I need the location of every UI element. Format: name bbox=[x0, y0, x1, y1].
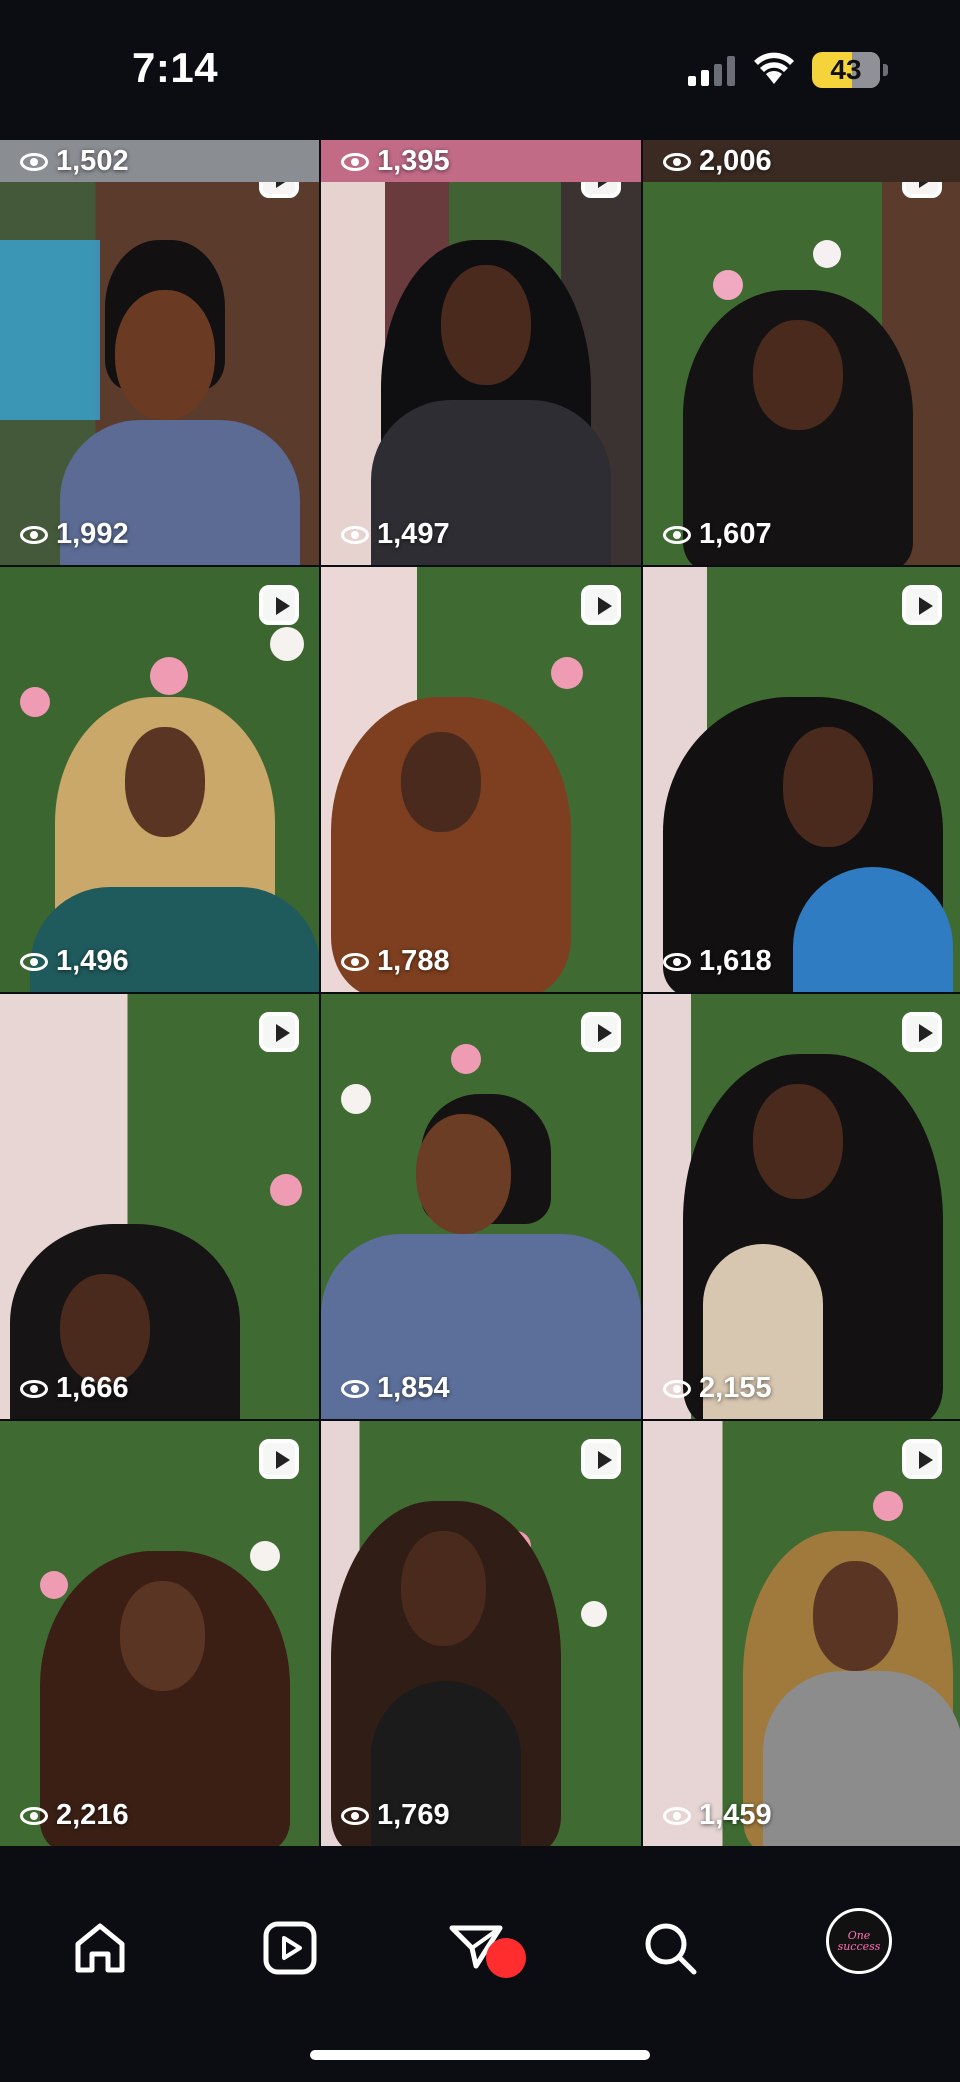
view-count: 1,992 bbox=[20, 518, 129, 551]
reel-tile[interactable]: 1,496 bbox=[0, 567, 319, 992]
eye-icon bbox=[663, 1379, 691, 1398]
home-indicator bbox=[310, 2050, 650, 2060]
view-count: 1,395 bbox=[341, 145, 450, 178]
view-count: 2,216 bbox=[20, 1799, 129, 1832]
status-time: 7:14 bbox=[132, 44, 219, 91]
profile-avatar[interactable]: One success bbox=[826, 1908, 892, 1974]
bottom-navigation: One success bbox=[0, 1878, 960, 2082]
eye-icon bbox=[341, 1379, 369, 1398]
partial-reels-row: 1,502 1,395 2,006 bbox=[0, 140, 960, 182]
reel-tile-partial[interactable]: 1,502 bbox=[0, 140, 319, 182]
eye-icon bbox=[663, 152, 691, 171]
notification-badge bbox=[486, 1938, 526, 1978]
status-bar: 7:14 43 bbox=[0, 0, 960, 140]
view-count: 1,769 bbox=[341, 1799, 450, 1832]
reel-tile[interactable]: 1,788 bbox=[321, 567, 641, 992]
eye-icon bbox=[663, 1806, 691, 1825]
nav-search[interactable] bbox=[630, 1908, 710, 1988]
eye-icon bbox=[20, 1379, 48, 1398]
eye-icon bbox=[663, 952, 691, 971]
eye-icon bbox=[341, 152, 369, 171]
home-icon bbox=[75, 1923, 125, 1973]
reel-tile[interactable]: 2,155 bbox=[643, 994, 960, 1419]
reel-tile-partial[interactable]: 1,395 bbox=[321, 140, 641, 182]
cellular-signal-icon bbox=[688, 56, 735, 86]
reel-tile[interactable]: 1,666 bbox=[0, 994, 319, 1419]
reels-icon bbox=[902, 585, 942, 625]
view-count: 1,607 bbox=[663, 518, 772, 551]
reels-icon bbox=[259, 1012, 299, 1052]
reels-icon bbox=[263, 1921, 317, 1975]
reel-tile[interactable]: 1,497 bbox=[321, 140, 641, 565]
reel-tile[interactable]: 1,992 bbox=[0, 140, 319, 565]
reels-icon bbox=[581, 1439, 621, 1479]
eye-icon bbox=[20, 525, 48, 544]
reel-tile-partial[interactable]: 2,006 bbox=[643, 140, 960, 182]
reel-tile[interactable]: 1,618 bbox=[643, 567, 960, 992]
view-count: 1,666 bbox=[20, 1372, 129, 1405]
reels-grid: 1,992 1,497 1,607 1,496 1,788 1,618 1,66… bbox=[0, 140, 960, 1878]
reels-icon bbox=[259, 1439, 299, 1479]
reel-tile[interactable]: 2,216 bbox=[0, 1421, 319, 1846]
view-count: 1,496 bbox=[20, 945, 129, 978]
eye-icon bbox=[20, 952, 48, 971]
eye-icon bbox=[341, 525, 369, 544]
eye-icon bbox=[20, 152, 48, 171]
reels-icon bbox=[581, 1012, 621, 1052]
view-count: 1,502 bbox=[20, 145, 129, 178]
reel-tile[interactable]: 1,769 bbox=[321, 1421, 641, 1846]
reel-tile[interactable]: 1,459 bbox=[643, 1421, 960, 1846]
reels-icon bbox=[902, 1012, 942, 1052]
battery-percent: 43 bbox=[830, 54, 862, 85]
eye-icon bbox=[341, 952, 369, 971]
reel-tile[interactable]: 1,854 bbox=[321, 994, 641, 1419]
eye-icon bbox=[341, 1806, 369, 1825]
view-count: 1,788 bbox=[341, 945, 450, 978]
view-count: 2,155 bbox=[663, 1372, 772, 1405]
view-count: 1,854 bbox=[341, 1372, 450, 1405]
reels-icon bbox=[902, 1439, 942, 1479]
view-count: 1,618 bbox=[663, 945, 772, 978]
eye-icon bbox=[663, 525, 691, 544]
battery-indicator: 43 bbox=[812, 52, 888, 88]
view-count: 1,459 bbox=[663, 1799, 772, 1832]
wifi-icon bbox=[754, 52, 794, 84]
search-icon bbox=[645, 1923, 697, 1975]
reels-icon bbox=[259, 585, 299, 625]
nav-reels[interactable] bbox=[250, 1908, 330, 1988]
view-count: 1,497 bbox=[341, 518, 450, 551]
nav-home[interactable] bbox=[60, 1908, 140, 1988]
eye-icon bbox=[20, 1806, 48, 1825]
reels-icon bbox=[581, 585, 621, 625]
view-count: 2,006 bbox=[663, 145, 772, 178]
reel-tile[interactable]: 1,607 bbox=[643, 140, 960, 565]
